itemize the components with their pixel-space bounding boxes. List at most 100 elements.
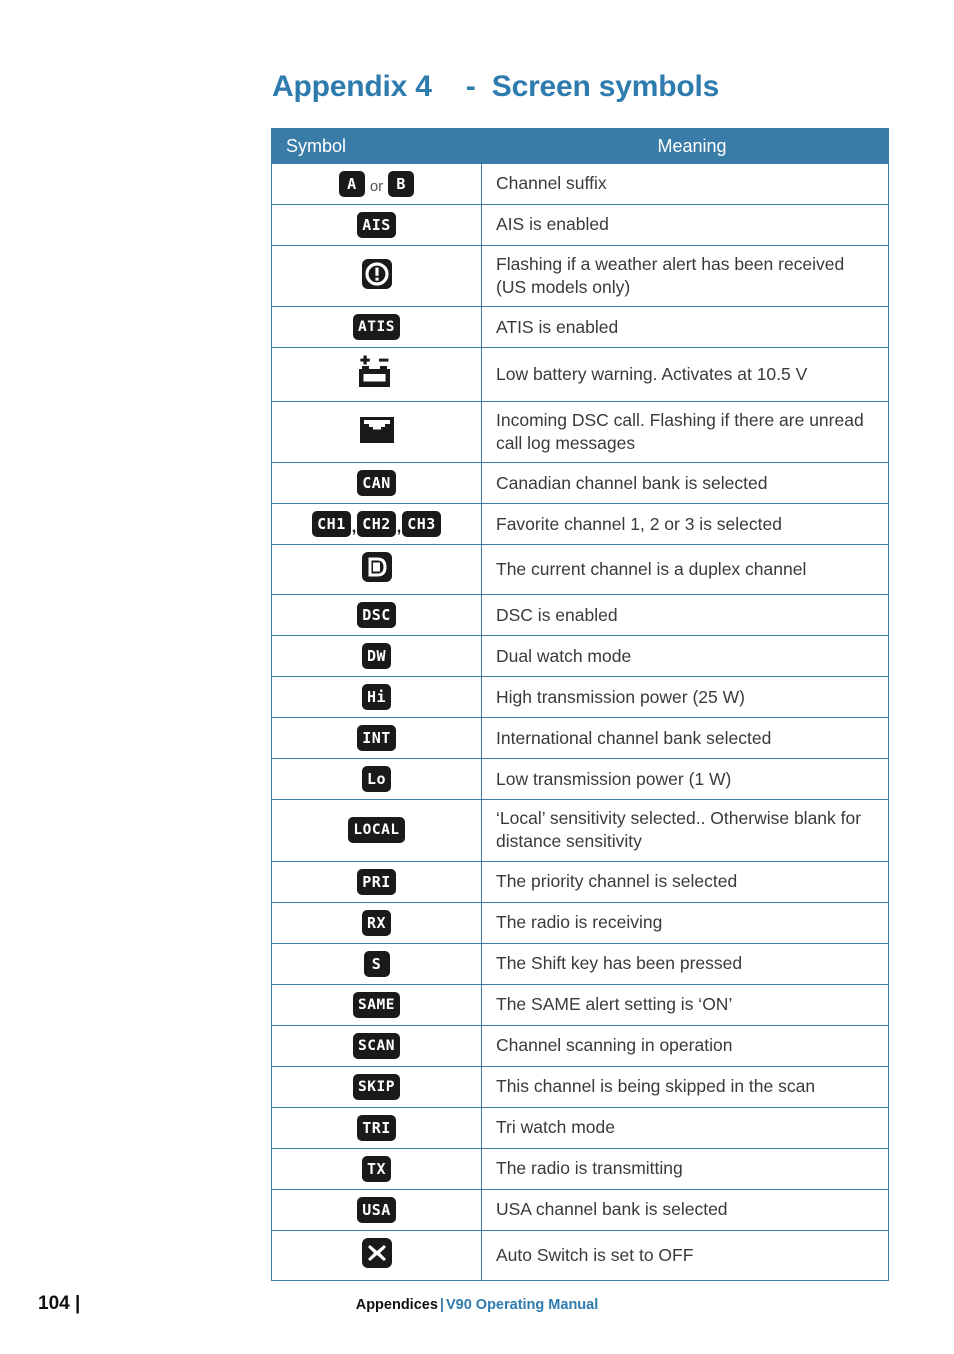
lcd-badge-icon: B — [388, 171, 415, 197]
symbol-cell: DSC — [271, 594, 482, 637]
symbol-cell: SAME — [271, 983, 482, 1026]
symbol-cell: Hi — [271, 676, 482, 719]
screen-symbols-table: Symbol Meaning Aor B Channel suffix AIS AIS … — [271, 128, 889, 1281]
symbol-glyph-group: Lo — [361, 766, 392, 793]
lcd-badge-icon: CH2 — [357, 511, 396, 538]
incoming-dsc-call-icon — [359, 416, 394, 448]
symbol-glyph-group: DSC — [357, 602, 396, 629]
table-row: Lo Low transmission power (1 W) — [271, 758, 889, 801]
symbol-glyph-group — [361, 258, 392, 294]
symbol-glyph-group: INT — [357, 725, 396, 752]
meaning-cell: Channel suffix — [481, 163, 889, 205]
symbol-cell: TX — [271, 1147, 482, 1190]
symbol-cell: PRI — [271, 860, 482, 903]
lcd-badge-icon: Hi — [361, 684, 392, 711]
lcd-badge-icon: CAN — [357, 470, 396, 497]
meaning-cell: International channel bank selected — [481, 717, 889, 760]
duplex-channel-icon — [361, 552, 392, 587]
footer-separator: | — [439, 1297, 444, 1313]
table-row: DSC DSC is enabled — [271, 594, 889, 637]
symbol-cell: S — [271, 942, 482, 985]
meaning-cell: The current channel is a duplex channel — [481, 544, 889, 596]
symbol-glyph-group: CAN — [357, 470, 396, 497]
symbol-glyph-group: Hi — [361, 684, 392, 711]
symbol-glyph-group: TX — [361, 1155, 392, 1182]
symbol-glyph-group: RX — [361, 909, 392, 936]
lcd-badge-icon: ATIS — [353, 314, 400, 341]
symbol-cell — [271, 347, 482, 403]
symbol-glyph-group: AIS — [357, 212, 396, 238]
symbol-cell: Lo — [271, 758, 482, 801]
table-row: Auto Switch is set to OFF — [271, 1229, 889, 1281]
symbol-cell — [271, 244, 482, 308]
symbol-glyph-group — [361, 552, 392, 587]
symbol-cell: SKIP — [271, 1065, 482, 1108]
meaning-cell: Favorite channel 1, 2 or 3 is selected — [481, 503, 889, 546]
table-header-row: Symbol Meaning — [271, 128, 889, 164]
table-row: SKIP This channel is being skipped in the… — [271, 1065, 889, 1108]
lcd-badge-icon: AIS — [357, 212, 396, 238]
lcd-badge-icon: TX — [361, 1155, 392, 1182]
table-row: RX The radio is receiving — [271, 901, 889, 944]
symbol-glyph-group — [358, 355, 396, 394]
meaning-cell: Incoming DSC call. Flashing if there are… — [481, 401, 889, 464]
lcd-badge-icon: DW — [361, 643, 392, 670]
symbol-glyph-group: CH1, CH2, CH3 — [312, 511, 441, 538]
manual-page: Appendix 4- Screen symbols Symbol Meanin… — [0, 0, 954, 1354]
symbol-glyph-group: SCAN — [353, 1032, 400, 1059]
lcd-badge-icon: CH1 — [312, 511, 351, 538]
symbol-cell: DW — [271, 635, 482, 678]
symbol-cell: INT — [271, 717, 482, 760]
table-header: Symbol Meaning — [271, 128, 889, 164]
footer-manual-title: V90 Operating Manual — [445, 1297, 599, 1313]
column-header-symbol: Symbol — [271, 128, 482, 164]
meaning-cell: USA channel bank is selected — [481, 1188, 889, 1231]
lcd-badge-icon: RX — [361, 909, 392, 936]
lcd-badge-icon: Lo — [361, 766, 392, 793]
table-row: S The Shift key has been pressed — [271, 942, 889, 985]
meaning-cell: Flashing if a weather alert has been rec… — [481, 244, 889, 308]
lcd-badge-icon: INT — [357, 725, 396, 752]
table-row: LOCAL ‘Local’ sensitivity selected.. Othe… — [271, 799, 889, 862]
footer-center: Appendices | V90 Operating Manual — [0, 1297, 954, 1313]
symbol-cell: RX — [271, 901, 482, 944]
symbol-cell: CAN — [271, 462, 482, 505]
symbol-cell: TRI — [271, 1106, 482, 1149]
footer-section: Appendices — [355, 1297, 438, 1313]
meaning-cell: High transmission power (25 W) — [481, 676, 889, 719]
symbol-cell: USA — [271, 1188, 482, 1231]
lcd-badge-icon: SCAN — [353, 1032, 400, 1059]
meaning-cell: Low battery warning. Activates at 10.5 V — [481, 347, 889, 403]
meaning-cell: DSC is enabled — [481, 594, 889, 637]
symbol-glyph-group: PRI — [357, 868, 396, 895]
symbol-cell: ATIS — [271, 306, 482, 349]
lcd-badge-icon: A — [338, 171, 365, 197]
symbol-glyph-group — [361, 1237, 392, 1273]
lcd-badge-icon: PRI — [357, 868, 396, 895]
table-row: The current channel is a duplex channel — [271, 544, 889, 596]
table-row: INT International channel bank selected — [271, 717, 889, 760]
table-row: SAME The SAME alert setting is ‘ON’ — [271, 983, 889, 1026]
table-row: Low battery warning. Activates at 10.5 V — [271, 347, 889, 403]
meaning-cell: ‘Local’ sensitivity selected.. Otherwise… — [481, 799, 889, 862]
symbol-glyph-group: S — [363, 950, 390, 977]
meaning-cell: The Shift key has been pressed — [481, 942, 889, 985]
weather-alert-icon — [361, 258, 392, 294]
meaning-cell: Low transmission power (1 W) — [481, 758, 889, 801]
low-battery-icon — [358, 355, 396, 394]
symbol-connector-or: or — [369, 178, 384, 195]
table-row: TRI Tri watch mode — [271, 1106, 889, 1149]
symbol-glyph-group: SAME — [353, 991, 400, 1018]
symbol-glyph-group: SKIP — [353, 1073, 400, 1100]
lcd-badge-icon: LOCAL — [348, 817, 405, 844]
meaning-cell: ATIS is enabled — [481, 306, 889, 349]
column-header-meaning: Meaning — [481, 128, 889, 164]
table-row: PRI The priority channel is selected — [271, 860, 889, 903]
table-row: CAN Canadian channel bank is selected — [271, 462, 889, 505]
table-body: Aor B Channel suffix AIS AIS is enabled Flash… — [271, 163, 889, 1281]
page-title: Appendix 4- Screen symbols — [272, 70, 719, 104]
symbol-glyph-group: DW — [361, 643, 392, 670]
table-row: CH1, CH2, CH3 Favorite channel 1, 2 or 3 is… — [271, 503, 889, 546]
symbol-cell — [271, 401, 482, 464]
symbol-cell: CH1, CH2, CH3 — [271, 503, 482, 546]
